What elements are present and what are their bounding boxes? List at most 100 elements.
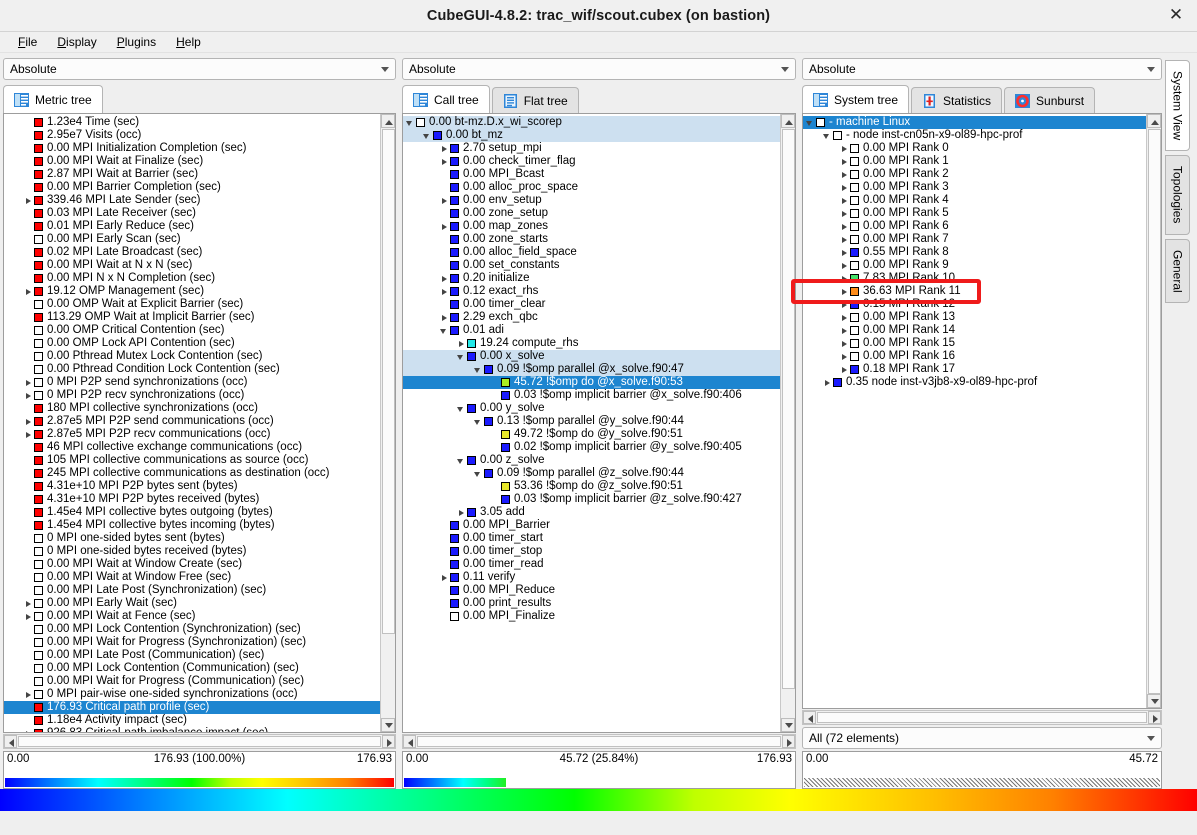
tree-row[interactable]: 0.00 MPI Lock Contention (Synchronizatio… (4, 623, 380, 636)
tree-row[interactable]: 0.00 bt-mz.D.x_wi_scorep (403, 116, 780, 129)
expander-expand-icon[interactable] (23, 285, 34, 298)
call-tree-hscrollbar[interactable] (402, 734, 796, 749)
expander-collapse-icon[interactable] (822, 129, 833, 142)
expander-expand-icon[interactable] (439, 311, 450, 324)
tree-row[interactable]: 7.83 MPI Rank 10 (803, 272, 1146, 285)
scroll-up-icon[interactable] (1147, 114, 1161, 128)
tree-row[interactable]: 0.00 MPI Wait at Fence (sec) (4, 610, 380, 623)
expander-collapse-icon[interactable] (473, 363, 484, 376)
tree-row[interactable]: 0.13 !$omp parallel @y_solve.f90:44 (403, 415, 780, 428)
tree-row[interactable]: 0.00 set_constants (403, 259, 780, 272)
tree-row[interactable]: 0.12 exact_rhs (403, 285, 780, 298)
expander-expand-icon[interactable] (456, 337, 467, 350)
tree-row[interactable]: 105 MPI collective communications as sou… (4, 454, 380, 467)
tree-row[interactable]: 0.00 Pthread Mutex Lock Contention (sec) (4, 350, 380, 363)
tree-row[interactable]: 0.00 MPI Wait for Progress (Communicatio… (4, 675, 380, 688)
tree-row[interactable]: 339.46 MPI Late Sender (sec) (4, 194, 380, 207)
expander-expand-icon[interactable] (23, 688, 34, 701)
tab-system-tree[interactable]: System tree (802, 85, 909, 113)
tree-row[interactable]: 0.00 timer_stop (403, 545, 780, 558)
metric-mode-combo[interactable]: Absolute (3, 58, 396, 80)
expander-expand-icon[interactable] (439, 220, 450, 233)
tree-row[interactable]: 0.00 x_solve (403, 350, 780, 363)
tree-row[interactable]: 0.00 bt_mz (403, 129, 780, 142)
tree-row[interactable]: 0.00 MPI Initialization Completion (sec) (4, 142, 380, 155)
expander-expand-icon[interactable] (23, 597, 34, 610)
tree-row[interactable]: 0.09 !$omp parallel @x_solve.f90:47 (403, 363, 780, 376)
tree-row[interactable]: 0.00 map_zones (403, 220, 780, 233)
tree-row[interactable]: - machine Linux (803, 116, 1146, 129)
tree-row[interactable]: 0 MPI P2P send synchronizations (occ) (4, 376, 380, 389)
tab-sunburst[interactable]: Sunburst (1004, 87, 1095, 113)
scroll-thumb[interactable] (1148, 129, 1161, 694)
expander-expand-icon[interactable] (839, 337, 850, 350)
call-mode-combo[interactable]: Absolute (402, 58, 796, 80)
tree-row[interactable]: 0.00 MPI Wait at N x N (sec) (4, 259, 380, 272)
tree-row[interactable]: 0.00 MPI Late Post (Synchronization) (se… (4, 584, 380, 597)
tree-row[interactable]: 0.00 z_solve (403, 454, 780, 467)
scroll-thumb-h[interactable] (417, 736, 781, 747)
tree-row[interactable]: 0.20 initialize (403, 272, 780, 285)
expander-collapse-icon[interactable] (473, 467, 484, 480)
tree-row[interactable]: 0.00 MPI Rank 3 (803, 181, 1146, 194)
tree-row[interactable]: 2.87e5 MPI P2P recv communications (occ) (4, 428, 380, 441)
expander-expand-icon[interactable] (456, 506, 467, 519)
tree-row[interactable]: 0.00 MPI Wait at Window Free (sec) (4, 571, 380, 584)
tree-row[interactable]: 0.02 MPI Late Broadcast (sec) (4, 246, 380, 259)
tree-row[interactable]: 0.09 !$omp parallel @z_solve.f90:44 (403, 467, 780, 480)
expander-expand-icon[interactable] (839, 168, 850, 181)
expander-expand-icon[interactable] (839, 194, 850, 207)
tree-row[interactable]: 0.00 MPI_Reduce (403, 584, 780, 597)
expander-expand-icon[interactable] (839, 298, 850, 311)
tree-row[interactable]: 1.45e4 MPI collective bytes outgoing (by… (4, 506, 380, 519)
menu-help[interactable]: Help (166, 34, 211, 50)
tree-row[interactable]: 45.72 !$omp do @x_solve.f90:53 (403, 376, 780, 389)
scroll-thumb[interactable] (382, 129, 395, 634)
tree-row[interactable]: 0.00 check_timer_flag (403, 155, 780, 168)
tree-row[interactable]: 2.87 MPI Wait at Barrier (sec) (4, 168, 380, 181)
expander-expand-icon[interactable] (839, 324, 850, 337)
scroll-right-icon[interactable] (1148, 711, 1161, 724)
tree-row[interactable]: 245 MPI collective communications as des… (4, 467, 380, 480)
tree-row[interactable]: 0.03 MPI Late Receiver (sec) (4, 207, 380, 220)
tree-row[interactable]: 0.00 MPI Early Wait (sec) (4, 597, 380, 610)
expander-collapse-icon[interactable] (473, 415, 484, 428)
tree-row[interactable]: 1.45e4 MPI collective bytes incoming (by… (4, 519, 380, 532)
tree-row[interactable]: 0.03 !$omp implicit barrier @z_solve.f90… (403, 493, 780, 506)
side-tab-system-view[interactable]: System View (1165, 60, 1190, 151)
tree-row[interactable]: 0.00 MPI Rank 13 (803, 311, 1146, 324)
tab-statistics[interactable]: Statistics (911, 87, 1002, 113)
tree-row[interactable]: 0.00 MPI Early Scan (sec) (4, 233, 380, 246)
expander-collapse-icon[interactable] (439, 324, 450, 337)
call-tree-vscrollbar[interactable] (780, 114, 795, 732)
tree-row[interactable]: 0 MPI one-sided bytes sent (bytes) (4, 532, 380, 545)
scroll-right-icon[interactable] (782, 735, 795, 748)
scroll-down-icon[interactable] (781, 718, 795, 732)
tree-row[interactable]: 0.00 MPI Rank 15 (803, 337, 1146, 350)
tree-row[interactable]: 0.00 OMP Critical Contention (sec) (4, 324, 380, 337)
tree-row[interactable]: 0.00 MPI Rank 16 (803, 350, 1146, 363)
tree-row[interactable]: 0.00 OMP Lock API Contention (sec) (4, 337, 380, 350)
system-tree-vscrollbar[interactable] (1146, 114, 1161, 708)
tree-row[interactable]: 1.18e4 Activity impact (sec) (4, 714, 380, 727)
tree-row[interactable]: 0.01 MPI Early Reduce (sec) (4, 220, 380, 233)
expander-expand-icon[interactable] (439, 142, 450, 155)
expander-collapse-icon[interactable] (456, 454, 467, 467)
tree-row[interactable]: 2.95e7 Visits (occ) (4, 129, 380, 142)
tree-row[interactable]: 0.00 print_results (403, 597, 780, 610)
expander-expand-icon[interactable] (839, 155, 850, 168)
tree-row[interactable]: 49.72 !$omp do @y_solve.f90:51 (403, 428, 780, 441)
tree-row[interactable]: 0.15 MPI Rank 12 (803, 298, 1146, 311)
tree-row[interactable]: 0.00 MPI_Bcast (403, 168, 780, 181)
expander-expand-icon[interactable] (839, 363, 850, 376)
tree-row[interactable]: 0.00 zone_setup (403, 207, 780, 220)
expander-collapse-icon[interactable] (456, 350, 467, 363)
expander-expand-icon[interactable] (839, 272, 850, 285)
expander-expand-icon[interactable] (839, 220, 850, 233)
metric-tree-hscrollbar[interactable] (3, 734, 396, 749)
tree-row[interactable]: 2.87e5 MPI P2P send communications (occ) (4, 415, 380, 428)
tab-flat-tree[interactable]: Flat tree (492, 87, 579, 113)
tree-row[interactable]: 113.29 OMP Wait at Implicit Barrier (sec… (4, 311, 380, 324)
tree-row[interactable]: 0.35 node inst-v3jb8-x9-ol89-hpc-prof (803, 376, 1146, 389)
expander-expand-icon[interactable] (839, 207, 850, 220)
